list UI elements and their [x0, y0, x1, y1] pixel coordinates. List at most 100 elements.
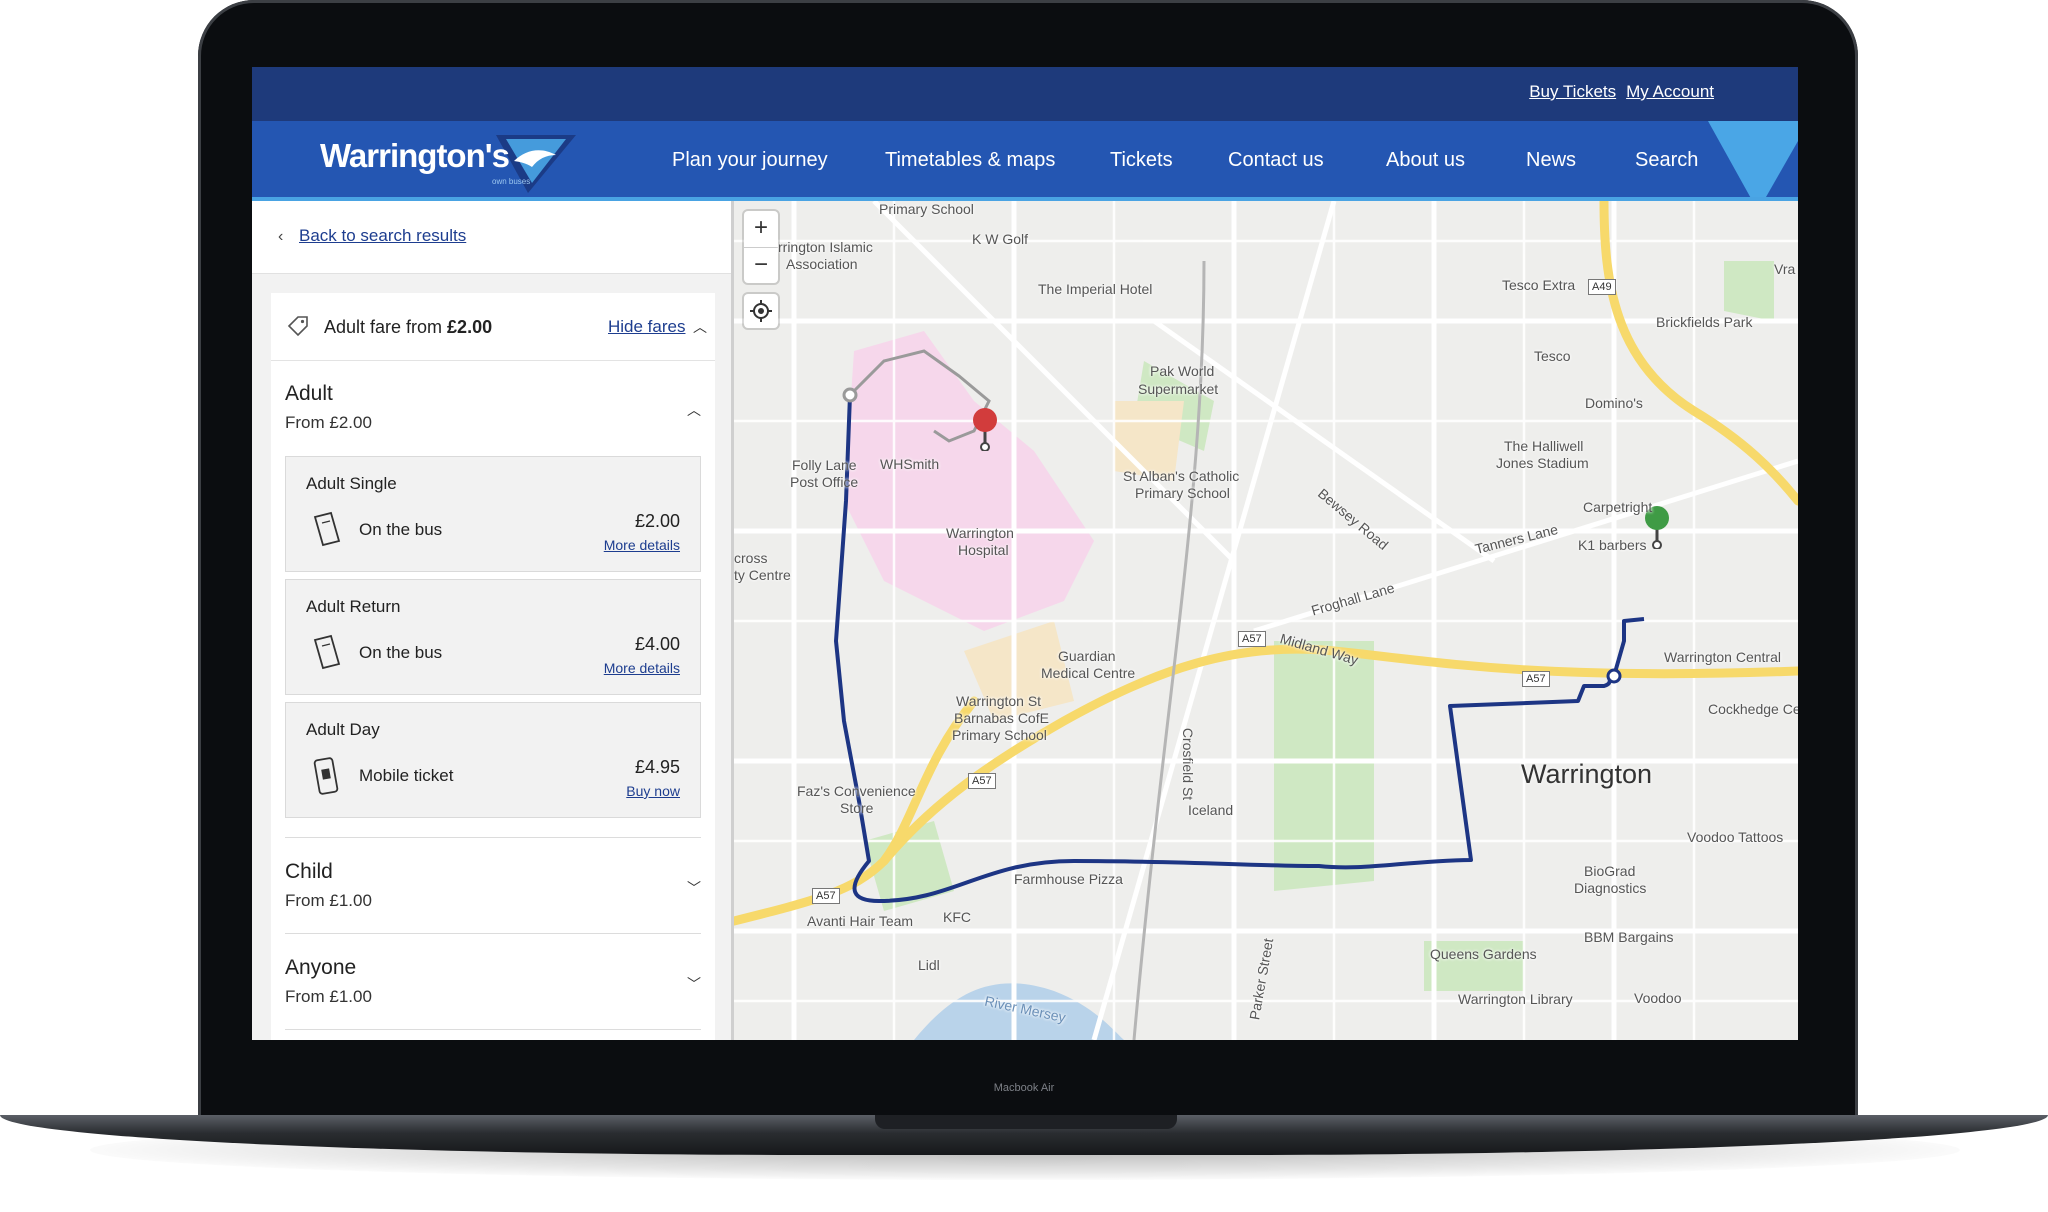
- map-label: rrington Islamic: [778, 239, 873, 255]
- buy-now-link[interactable]: Buy now: [626, 783, 680, 799]
- logo[interactable]: Warrington's own buses: [320, 131, 576, 193]
- fare-group-child[interactable]: Child From £1.00 ﹀: [285, 860, 701, 920]
- primary-nav: Plan your journey Timetables & maps Tick…: [672, 149, 1715, 172]
- ticket-price: £4.00: [634, 634, 680, 654]
- fare-summary: Adult fare from £2.00 Hide fares ︿: [271, 293, 715, 361]
- nav-timetables-maps[interactable]: Timetables & maps: [885, 149, 1110, 172]
- map-label: Voodoo: [1634, 990, 1682, 1006]
- start-pin-icon[interactable]: [971, 407, 999, 451]
- map-label: Primary School: [1135, 485, 1230, 501]
- map-label: Farmhouse Pizza: [1014, 871, 1123, 887]
- nav-news[interactable]: News: [1526, 149, 1635, 172]
- nav-search[interactable]: Search: [1635, 149, 1715, 172]
- fare-summary-text: Adult fare from £2.00: [324, 317, 493, 337]
- map-label: Tesco: [1534, 348, 1571, 364]
- map-label: Carpetright: [1583, 499, 1653, 515]
- chevron-up-icon: ︿: [687, 402, 701, 418]
- divider: [285, 933, 701, 934]
- fare-group-from: From £1.00: [285, 891, 372, 910]
- fare-group-adult[interactable]: Adult From £2.00 ︿: [285, 382, 701, 442]
- map-label: Warrington: [946, 525, 1014, 541]
- map-label: Association: [786, 256, 858, 272]
- ticket-description: On the bus: [359, 520, 443, 539]
- back-to-results-link[interactable]: Back to search results: [299, 226, 466, 246]
- main-navbar: Warrington's own buses Plan your journey…: [252, 121, 1798, 211]
- road-shield: A49: [1588, 279, 1616, 295]
- locate-button[interactable]: [744, 294, 778, 328]
- road-shield: A57: [968, 773, 996, 789]
- ticket-description: Mobile ticket: [359, 766, 454, 785]
- chevron-down-icon: ﹀: [687, 880, 701, 896]
- map-label: Avanti Hair Team: [807, 913, 914, 929]
- logo-subtitle: own buses: [492, 177, 531, 186]
- map-label: Domino's: [1585, 395, 1643, 411]
- zoom-control: + −: [744, 211, 778, 283]
- chevron-up-icon: ︿: [693, 319, 707, 335]
- ticket-icon: [313, 634, 341, 670]
- map-label: The Halliwell: [1504, 438, 1584, 454]
- map-label: Warrington Central: [1664, 649, 1781, 665]
- top-utility-bar: Buy Tickets My Account: [252, 67, 1798, 121]
- nav-contact-us[interactable]: Contact us: [1228, 149, 1386, 172]
- ticket-price: £4.95: [634, 757, 680, 777]
- utility-links: Buy Tickets My Account: [1529, 82, 1714, 102]
- back-row: ‹ Back to search results: [252, 201, 731, 274]
- map-label: BBM Bargains: [1584, 929, 1674, 945]
- more-details-link[interactable]: More details: [604, 537, 680, 553]
- ticket-adult-single: Adult Single On the bus £2.00 More detai…: [285, 456, 701, 572]
- ticket-description: On the bus: [359, 643, 443, 662]
- map-label: Iceland: [1188, 802, 1234, 818]
- zoom-in-button[interactable]: +: [744, 211, 778, 248]
- map-label: Post Office: [790, 474, 859, 490]
- map-label: ty Centre: [734, 567, 791, 583]
- ticket-name: Adult Return: [306, 597, 401, 616]
- map-label: Brickfields Park: [1656, 314, 1753, 330]
- mobile-ticket-icon: [313, 757, 339, 795]
- map-label: Tesco Extra: [1502, 277, 1576, 293]
- price-tag-icon: [287, 316, 308, 337]
- nav-plan-journey[interactable]: Plan your journey: [672, 149, 885, 172]
- fare-group-title: Child: [285, 860, 333, 883]
- map-label: Store: [840, 800, 874, 816]
- nav-about-us[interactable]: About us: [1386, 149, 1526, 172]
- ticket-price: £2.00: [634, 511, 680, 531]
- fares-card: Adult fare from £2.00 Hide fares ︿ Adult…: [271, 293, 715, 1040]
- fare-group-from: From £1.00: [285, 987, 372, 1006]
- fare-group-anyone[interactable]: Anyone From £1.00 ﹀: [285, 956, 701, 1016]
- map-label: Medical Centre: [1041, 665, 1136, 681]
- more-details-link[interactable]: More details: [604, 660, 680, 676]
- map-label: Primary School: [879, 201, 974, 217]
- map-label: St Alban's Catholic: [1123, 468, 1240, 484]
- divider: [285, 837, 701, 838]
- map-label: Pak World: [1150, 363, 1215, 379]
- logo-text: Warrington's: [320, 137, 510, 174]
- buy-tickets-link[interactable]: Buy Tickets: [1529, 82, 1616, 102]
- zoom-out-button[interactable]: −: [744, 248, 778, 284]
- my-account-link[interactable]: My Account: [1626, 82, 1714, 102]
- fare-group-from: From £2.00: [285, 413, 372, 432]
- map-label: Lidl: [918, 957, 940, 973]
- map-label: Supermarket: [1138, 381, 1219, 397]
- device-label: Macbook Air: [993, 1082, 1055, 1094]
- map-label: Diagnostics: [1574, 880, 1647, 896]
- map-label: Guardian: [1058, 648, 1116, 664]
- hide-fares-link[interactable]: Hide fares: [608, 317, 685, 337]
- map-label: KFC: [943, 909, 971, 925]
- fare-summary-price: £2.00: [447, 317, 493, 337]
- map-label: K W Golf: [972, 231, 1029, 247]
- map-label: cross: [734, 550, 768, 566]
- road-shield: A57: [812, 888, 840, 904]
- fares-sidebar: ‹ Back to search results Adult fare from…: [252, 201, 734, 1040]
- map-label: Queens Gardens: [1430, 946, 1537, 962]
- route-map[interactable]: + − Warrington Primary School rrington I…: [734, 201, 1798, 1040]
- ticket-adult-day: Adult Day Mobile ticket £4.95 Buy now: [285, 702, 701, 818]
- nav-tickets[interactable]: Tickets: [1110, 149, 1228, 172]
- map-label: BioGrad: [1584, 863, 1636, 879]
- ticket-icon: [313, 511, 341, 547]
- city-label: Warrington: [1521, 759, 1653, 789]
- divider: [285, 1029, 701, 1030]
- road-shield: A57: [1522, 671, 1550, 687]
- ticket-adult-return: Adult Return On the bus £4.00 More detai…: [285, 579, 701, 695]
- map-label: Hospital: [958, 542, 1009, 558]
- map-label: Folly Lane: [792, 457, 857, 473]
